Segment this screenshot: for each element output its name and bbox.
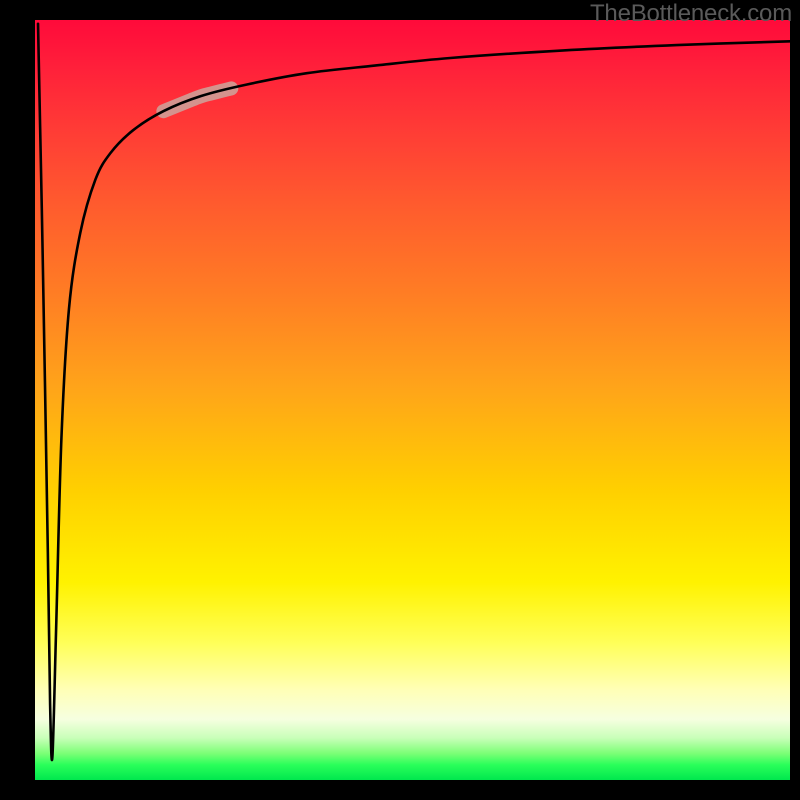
watermark-text: TheBottleneck.com — [590, 0, 792, 28]
bottleneck-curve — [38, 24, 790, 760]
curve-layer — [35, 20, 790, 780]
plot-area — [35, 20, 790, 780]
chart-frame: TheBottleneck.com — [0, 0, 800, 800]
